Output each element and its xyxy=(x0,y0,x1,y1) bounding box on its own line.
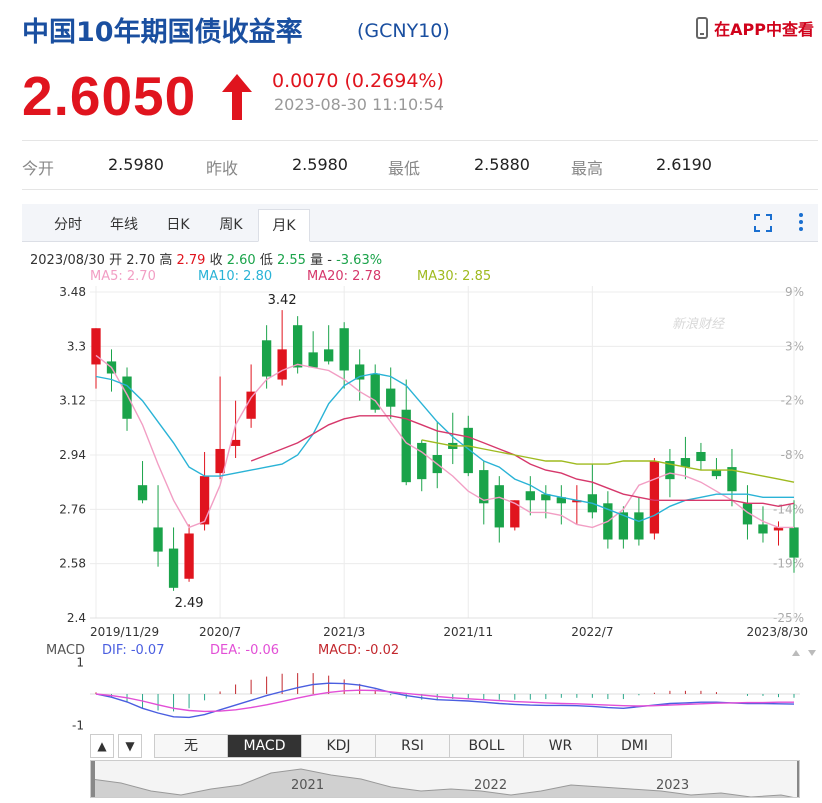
candle-body xyxy=(246,391,256,419)
quote-time: 2023-08-30 11:10:54 xyxy=(274,95,444,114)
candle-body xyxy=(649,461,660,534)
pct-tick-label: -2% xyxy=(781,394,804,408)
candle-body xyxy=(292,325,303,368)
candle-body xyxy=(277,349,287,380)
stat-open-value: 2.5980 xyxy=(108,155,164,174)
candle-body xyxy=(494,485,504,528)
macd-y-tick: 1 xyxy=(76,655,84,669)
candle-body xyxy=(261,340,272,377)
macd-legend-item: DEA: -0.06 xyxy=(210,643,279,658)
indicator-tabbar: 无 MACD KDJ RSI BOLL WR DMI xyxy=(154,734,672,758)
kline-chart[interactable]: 3.489%3.33%3.12-2%2.94-8%2.76-14%2.58-19… xyxy=(22,204,818,734)
candle-body xyxy=(634,512,644,540)
indicator-tab-kdj[interactable]: KDJ xyxy=(302,734,376,758)
candle-body xyxy=(137,485,148,501)
x-tick-label: 2021/11 xyxy=(443,625,493,639)
candle-body xyxy=(696,451,706,462)
candle-body xyxy=(308,352,318,368)
dif-line xyxy=(95,682,795,719)
pct-tick-label: -19% xyxy=(773,557,804,571)
macd-legend-item: MACD: -0.02 xyxy=(318,643,399,658)
page-title: 中国10年期国债收益率 xyxy=(22,17,303,48)
stat-prev-close-label: 昨收 xyxy=(206,159,239,178)
y-tick-label: 3.12 xyxy=(59,394,86,408)
indicator-tab-dmi[interactable]: DMI xyxy=(598,734,672,758)
ma20-line xyxy=(250,415,795,508)
candle-body xyxy=(230,439,241,446)
ma30-line xyxy=(421,439,795,483)
stats-row: 今开 2.5980 昨收 2.5980 最低 2.5880 最高 2.6190 xyxy=(22,140,818,190)
stat-low-label: 最低 xyxy=(388,159,421,178)
candle-body xyxy=(417,442,427,480)
y-tick-label: 2.4 xyxy=(67,611,86,625)
price-change: 0.0070 (0.2694%) xyxy=(272,70,444,92)
stat-low-value: 2.5880 xyxy=(474,155,530,174)
stat-high-value: 2.6190 xyxy=(656,155,712,174)
current-price: 2.6050 xyxy=(22,65,197,127)
y-tick-label: 3.48 xyxy=(59,285,86,299)
y-tick-label: 3.3 xyxy=(67,339,86,353)
macd-expand-down-icon xyxy=(808,650,816,656)
candle-body xyxy=(168,548,179,588)
candle-body xyxy=(215,448,225,474)
pct-tick-label: -8% xyxy=(781,448,804,462)
x-tick-label: 2023/8/30 xyxy=(746,625,808,639)
candle-body xyxy=(758,524,768,534)
navigator-year-2022: 2022 xyxy=(474,778,507,793)
open-in-app-link[interactable]: 在APP中查看 xyxy=(696,16,814,40)
ticker-symbol: (GCNY10) xyxy=(357,20,450,42)
extreme-label: 3.42 xyxy=(268,293,297,308)
candle-body xyxy=(711,470,722,477)
indicator-tab-macd[interactable]: MACD xyxy=(228,734,302,758)
watermark-text: 新浪财经 xyxy=(672,316,726,332)
phone-icon xyxy=(696,17,709,39)
navigator-left-handle[interactable] xyxy=(91,761,95,798)
candle-body xyxy=(386,388,396,407)
indicator-tab-boll[interactable]: BOLL xyxy=(450,734,524,758)
candle-body xyxy=(525,491,535,501)
y-tick-label: 2.58 xyxy=(59,557,86,571)
candle-body xyxy=(184,533,194,579)
stat-prev-close-value: 2.5980 xyxy=(292,155,348,174)
x-tick-label: 2020/7 xyxy=(199,625,241,639)
navigator-year-2021: 2021 xyxy=(291,778,324,793)
macd-y-tick: -1 xyxy=(72,719,84,733)
candle-body xyxy=(122,376,132,419)
y-tick-label: 2.94 xyxy=(59,448,86,462)
macd-legend-item: DIF: -0.07 xyxy=(102,643,164,658)
x-tick-label: 2021/3 xyxy=(323,625,365,639)
navigator-right-handle[interactable] xyxy=(797,761,800,798)
stat-open-label: 今开 xyxy=(22,159,55,178)
macd-expand-up-icon xyxy=(792,650,800,656)
up-arrow-icon xyxy=(222,74,252,120)
candle-body xyxy=(510,500,520,528)
indicator-tab-rsi[interactable]: RSI xyxy=(376,734,450,758)
stat-high-label: 最高 xyxy=(571,159,604,178)
navigator-chart: 2021 2022 2023 xyxy=(91,761,800,798)
candle-body xyxy=(91,328,101,365)
header: 中国10年期国债收益率 (GCNY10) 在APP中查看 xyxy=(22,8,818,48)
candle-body xyxy=(789,527,799,558)
chart-panel: 分时 年线 日K 周K 月K 2023/08/30 开 2.70 高 2.79 … xyxy=(22,204,818,800)
dea-line xyxy=(95,689,794,713)
indicator-tab-none[interactable]: 无 xyxy=(154,734,228,758)
candle-body xyxy=(199,476,210,525)
scroll-up-button[interactable]: ▲ xyxy=(90,734,114,758)
quote-panel: 2.6050 0.0070 (0.2694%) 2023-08-30 11:10… xyxy=(22,64,802,134)
candle-body xyxy=(153,527,163,552)
indicator-tab-wr[interactable]: WR xyxy=(524,734,598,758)
navigator-year-2023: 2023 xyxy=(656,778,689,793)
y-tick-label: 2.76 xyxy=(59,502,86,516)
x-tick-label: 2019/11/29 xyxy=(90,625,159,639)
candle-body xyxy=(324,349,334,362)
x-tick-label: 2022/7 xyxy=(571,625,613,639)
candle-body xyxy=(339,328,349,371)
candle-body xyxy=(680,458,691,468)
scroll-down-button[interactable]: ▼ xyxy=(118,734,142,758)
extreme-label: 2.49 xyxy=(175,596,204,611)
candle-body xyxy=(463,427,473,474)
open-in-app-label: 在APP中查看 xyxy=(714,20,814,39)
range-navigator[interactable]: 2021 2022 2023 xyxy=(90,760,800,798)
